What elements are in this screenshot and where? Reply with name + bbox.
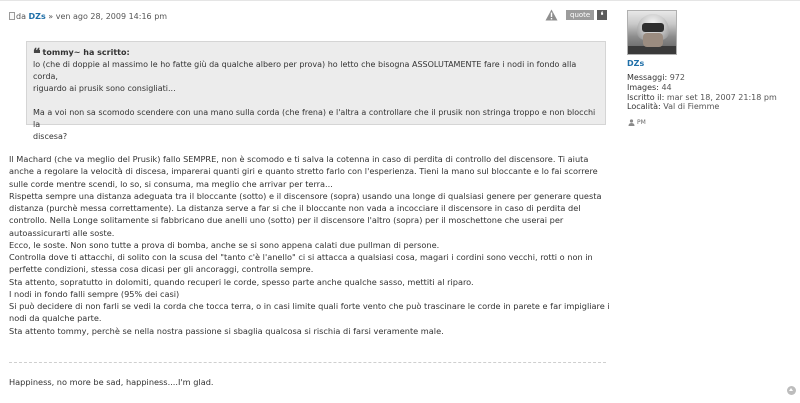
profile-location: Località: Val di Fiemme: [627, 102, 797, 112]
avatar[interactable]: [627, 10, 677, 55]
post-author-line: da DZs » ven ago 28, 2009 14:16 pm: [9, 12, 167, 21]
report-icon[interactable]: [545, 9, 558, 21]
quote-citation: ❝ tommy~ ha scritto:: [33, 47, 599, 61]
author-link[interactable]: DZs: [29, 12, 46, 21]
profile-joined: Iscritto il: mar set 18, 2007 21:18 pm: [627, 93, 797, 103]
joined-label: Iscritto il:: [627, 92, 665, 102]
post-line: Ecco, le soste. Non sono tutte a prova d…: [9, 239, 440, 250]
post-line: Controlla dove ti attacchi, di solito co…: [9, 252, 593, 262]
images-label: Images:: [627, 82, 659, 92]
quoted-message: ❝ tommy~ ha scritto: lo (che di doppie al…: [26, 41, 606, 141]
profile-details: Messaggi: 972 Images: 44 Iscritto il: ma…: [627, 73, 797, 112]
pm-icon: [628, 119, 635, 127]
joined-value: mar set 18, 2007 21:18 pm: [666, 92, 777, 102]
forum-post: da DZs » ven ago 28, 2009 14:16 pm quote…: [0, 0, 800, 403]
post-line: I nodi in fondo falli sempre (95% dei ca…: [9, 288, 180, 299]
post-line: Sta attento tommy, perchè se nella nostr…: [9, 325, 444, 336]
post-icon[interactable]: [9, 12, 15, 20]
images-value: 44: [661, 82, 672, 92]
author-prefix: da: [16, 12, 26, 21]
location-label: Località:: [627, 102, 661, 112]
post-line: anche a regolare la velocità di discesa,…: [9, 166, 598, 177]
avatar-face: [643, 33, 663, 47]
post-date: ven ago 28, 2009 14:16 pm: [55, 12, 168, 21]
messages-value: 972: [669, 73, 685, 82]
author-profile: DZs Messaggi: 972 Images: 44 Iscritto il…: [627, 10, 797, 127]
avatar-visor: [642, 23, 664, 32]
profile-username[interactable]: DZs: [627, 59, 797, 68]
post-line: perfette condizioni, stessa cosa dicasi …: [9, 264, 314, 275]
quote-button[interactable]: quote: [566, 10, 595, 20]
post-line: distanza (purchè messa correttamente). L…: [9, 203, 581, 213]
quote-citation-text: tommy~ ha scritto:: [42, 48, 130, 57]
pm-button[interactable]: PM: [628, 119, 797, 127]
signature-divider: [9, 362, 606, 363]
quote-text-line: riguardo ai prusik sono consigliati...: [33, 84, 176, 93]
post-line: Rispetta sempre una distanza adeguata tr…: [9, 190, 602, 201]
quote-icon[interactable]: ❛: [597, 10, 607, 21]
location-value: Val di Fiemme: [663, 102, 720, 112]
post-line: sulle corde mentre scendi, lo so, si con…: [9, 178, 333, 189]
messages-label: Messaggi:: [627, 73, 668, 82]
signature: Happiness, no more be sad, happiness....…: [9, 377, 214, 387]
post-line: autoassicurarti alle soste.: [9, 227, 115, 238]
date-separator: »: [48, 12, 54, 21]
post-line: Sta attento, sopratutto in dolomiti, qua…: [9, 276, 474, 287]
quote-text-line: lo (che di doppie al massimo le ho fatte…: [33, 60, 577, 81]
post-line: Si può decidere di non farli se vedi la …: [9, 301, 610, 311]
post-line: nodi da qualche parte.: [9, 313, 102, 324]
post-line: Il Machard (che va meglio del Prusik) fa…: [9, 154, 589, 164]
quote-text-line: Ma a voi non sa scomodo scendere con una…: [33, 108, 596, 129]
quote-spacer: [33, 95, 599, 107]
back-to-top-icon[interactable]: [787, 386, 796, 395]
profile-images: Images: 44: [627, 83, 797, 93]
avatar-shoulders: [628, 46, 676, 54]
quote-text-line: discesa?: [33, 132, 68, 141]
profile-messages: Messaggi: 972: [627, 73, 797, 83]
post-line: controllo. Nella Longe solitamente si fa…: [9, 215, 564, 226]
pm-label: PM: [637, 119, 646, 127]
post-body: Il Machard (che va meglio del Prusik) fa…: [9, 153, 614, 337]
